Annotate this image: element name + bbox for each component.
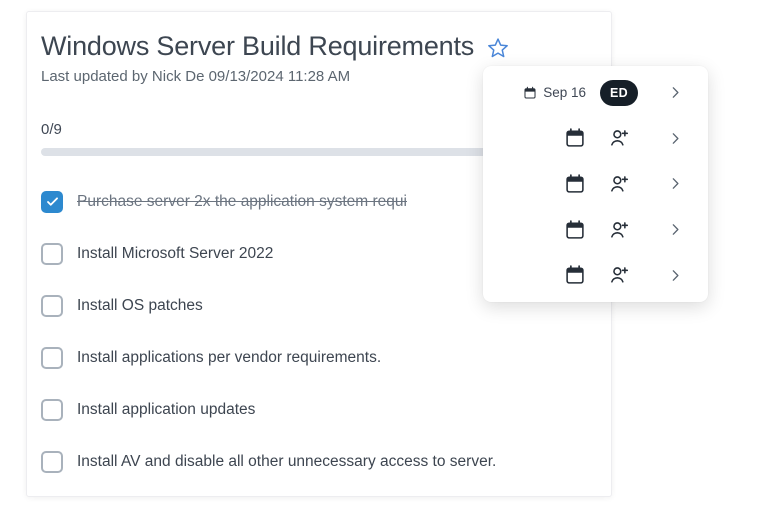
- person-add-icon: [608, 219, 630, 241]
- checklist-item-label[interactable]: Install AV and disable all other unneces…: [77, 453, 496, 471]
- due-date-button[interactable]: [564, 173, 586, 195]
- popup-row: [483, 252, 708, 298]
- assignee-button[interactable]: ED: [600, 80, 638, 106]
- favorite-button[interactable]: [486, 36, 510, 60]
- calendar-icon: [564, 219, 586, 241]
- checkbox-unchecked[interactable]: [41, 347, 63, 369]
- calendar-icon: [564, 173, 586, 195]
- expand-row-button[interactable]: [668, 85, 683, 100]
- card-header: Windows Server Build Requirements: [41, 32, 597, 62]
- checkbox-unchecked[interactable]: [41, 399, 63, 421]
- chevron-right-icon: [668, 268, 683, 283]
- checklist-item-label[interactable]: Purchase server 2x the application syste…: [77, 193, 407, 211]
- chevron-right-icon: [668, 176, 683, 191]
- due-date-button[interactable]: [564, 219, 586, 241]
- calendar-icon: [564, 127, 586, 149]
- checkbox-checked[interactable]: [41, 191, 63, 213]
- checkbox-unchecked[interactable]: [41, 451, 63, 473]
- due-date-button[interactable]: Sep 16: [523, 85, 586, 100]
- expand-row-button[interactable]: [668, 131, 683, 146]
- expand-row-button[interactable]: [668, 268, 683, 283]
- star-icon: [486, 36, 510, 60]
- person-add-icon: [608, 127, 630, 149]
- due-date-button[interactable]: [564, 127, 586, 149]
- person-add-icon: [608, 173, 630, 195]
- page-title: Windows Server Build Requirements: [41, 32, 474, 62]
- chevron-right-icon: [668, 222, 683, 237]
- checklist-item-label[interactable]: Install application updates: [77, 401, 255, 419]
- checklist-item: Install AV and disable all other unneces…: [41, 451, 597, 473]
- popup-row: [483, 116, 708, 162]
- add-assignee-button[interactable]: [608, 173, 630, 195]
- due-date-label: Sep 16: [543, 85, 586, 100]
- avatar: ED: [600, 80, 638, 106]
- checklist-item-label[interactable]: Install Microsoft Server 2022: [77, 245, 273, 263]
- popup-row: Sep 16 ED: [483, 70, 708, 116]
- checklist-item-label[interactable]: Install applications per vendor requirem…: [77, 349, 381, 367]
- calendar-icon: [564, 264, 586, 286]
- add-assignee-button[interactable]: [608, 219, 630, 241]
- checklist-item: Install applications per vendor requirem…: [41, 347, 597, 369]
- chevron-right-icon: [668, 85, 683, 100]
- expand-row-button[interactable]: [668, 176, 683, 191]
- chevron-right-icon: [668, 131, 683, 146]
- expand-row-button[interactable]: [668, 222, 683, 237]
- checklist-item: Install application updates: [41, 399, 597, 421]
- add-assignee-button[interactable]: [608, 264, 630, 286]
- checkbox-unchecked[interactable]: [41, 243, 63, 265]
- checkbox-unchecked[interactable]: [41, 295, 63, 317]
- checkmark-icon: [45, 194, 60, 209]
- popup-row: [483, 161, 708, 207]
- item-actions-popup: Sep 16 ED: [483, 66, 708, 302]
- due-date-button[interactable]: [564, 264, 586, 286]
- popup-row: [483, 207, 708, 253]
- person-add-icon: [608, 264, 630, 286]
- add-assignee-button[interactable]: [608, 127, 630, 149]
- calendar-icon: [523, 86, 537, 100]
- checklist-item-label[interactable]: Install OS patches: [77, 297, 203, 315]
